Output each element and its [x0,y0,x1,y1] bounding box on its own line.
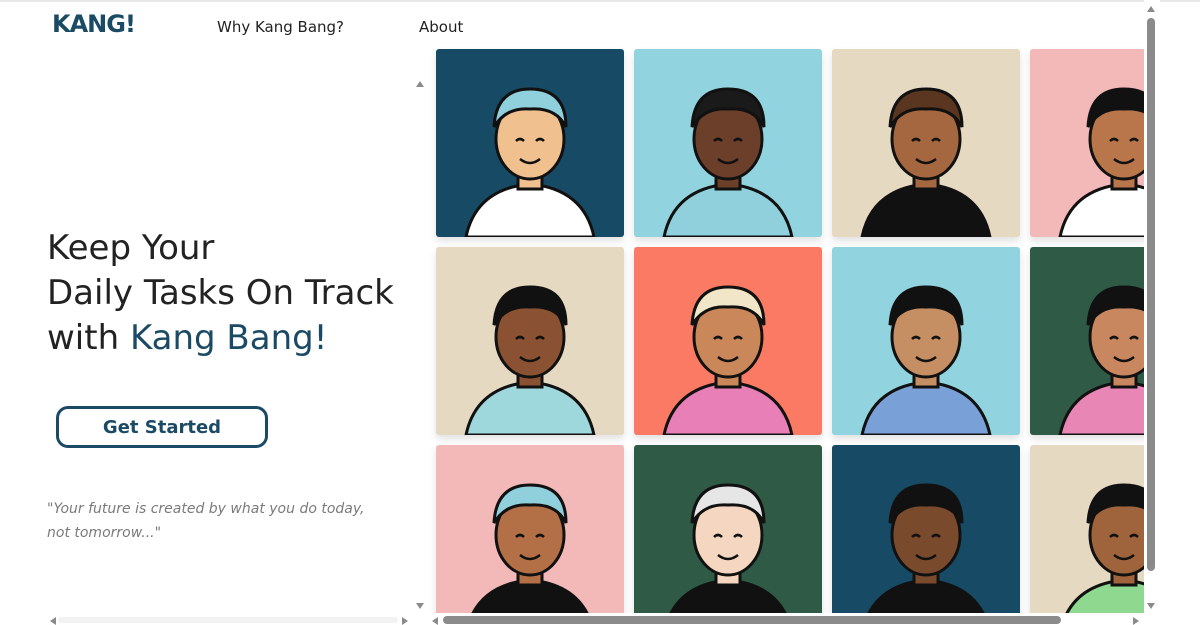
avatar-illustration-icon [464,87,596,237]
avatar-long-hair[interactable] [1030,247,1144,435]
motivational-quote: "Your future is created by what you do t… [47,501,365,541]
avatar-illustration-icon [1065,483,1144,613]
avatar-afro-mustache[interactable] [1030,445,1144,613]
avatar-illustration-icon [662,285,794,435]
top-border [0,0,1200,2]
vertical-scrollbar-thumb[interactable] [1147,18,1155,571]
headline-line-2: Daily Tasks On Track [47,273,394,313]
hscroll-right-arrow-icon[interactable] [1133,617,1139,625]
scroll-up-arrow-icon[interactable] [416,81,424,87]
avatar-illustration-icon [860,285,992,435]
avatar-curly-stripes[interactable] [436,247,624,435]
avatar-illustration-icon [1058,87,1144,237]
avatar-illustration-icon [1058,285,1144,435]
avatar-puff-bun[interactable] [832,445,1020,613]
logo[interactable]: KANG! [52,12,136,36]
vscroll-down-arrow-icon[interactable] [1147,603,1155,609]
avatar-beanie-blush[interactable] [436,445,624,613]
headline-brand: Kang Bang! [129,318,328,358]
headline-prefix: with [47,318,130,358]
avatar-illustration-icon [860,87,992,237]
avatar-gray-bun[interactable] [634,445,822,613]
avatar-beanie-polka[interactable] [436,49,624,237]
scroll-down-arrow-icon[interactable] [416,603,424,609]
hscroll-left-arrow-icon[interactable] [432,617,438,625]
scroll-left-arrow-icon[interactable] [50,617,56,625]
avatar-heart-eyes[interactable] [634,247,822,435]
left-horizontal-scrollbar[interactable] [58,617,398,623]
nav-why-kang-bang[interactable]: Why Kang Bang? [217,18,344,36]
avatar-hat-beard[interactable] [1030,49,1144,237]
hero-headline: Keep Your Daily Tasks On Track with Kang… [47,226,407,361]
vscroll-up-arrow-icon[interactable] [1147,6,1155,12]
nav-about[interactable]: About [419,18,463,36]
avatar-pink-mohawk[interactable] [634,49,822,237]
get-started-button[interactable]: Get Started [56,406,268,448]
avatar-illustration-icon [669,483,787,613]
horizontal-scrollbar-thumb[interactable] [443,616,1061,624]
avatar-braid-mustache[interactable] [832,49,1020,237]
scroll-right-arrow-icon[interactable] [402,617,408,625]
headline-line-1: Keep Your [47,228,215,268]
avatar-hijab[interactable] [832,247,1020,435]
avatar-illustration-icon [464,285,596,435]
avatar-grid[interactable] [428,40,1144,613]
avatar-illustration-icon [662,87,794,237]
avatar-illustration-icon [471,483,589,613]
avatar-illustration-icon [867,483,985,613]
